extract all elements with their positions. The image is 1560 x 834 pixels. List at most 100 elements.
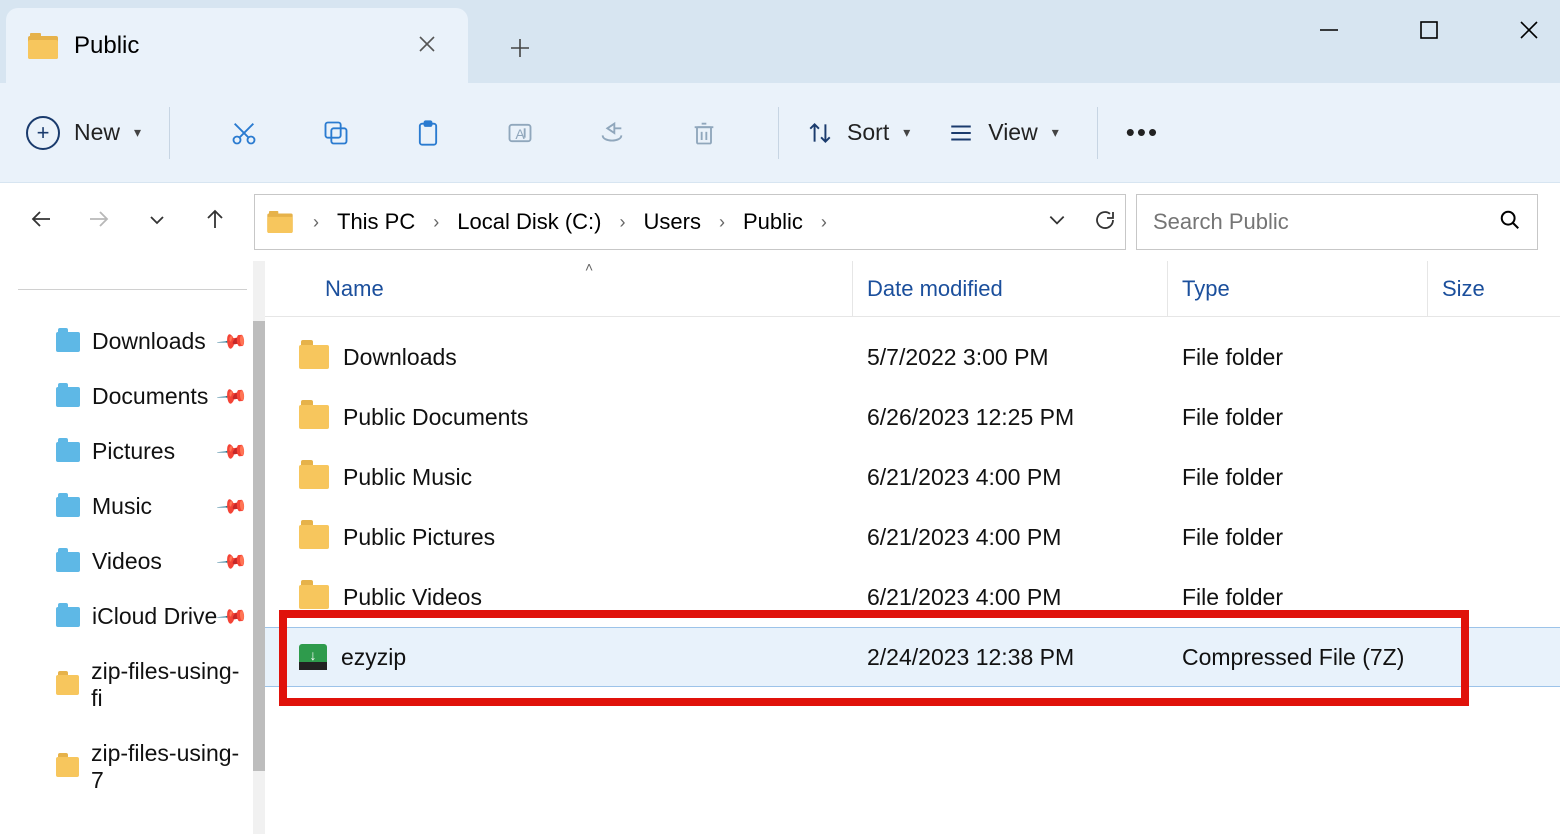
folder-icon: [56, 497, 80, 517]
sidebar-item-downloads[interactable]: Downloads 📌: [0, 314, 265, 369]
recent-locations-button[interactable]: [137, 208, 177, 236]
column-header-type[interactable]: Type: [1168, 261, 1428, 316]
view-label: View: [988, 119, 1037, 146]
sort-icon: [807, 120, 833, 146]
rename-button[interactable]: A: [500, 119, 540, 147]
window-controls: [1308, 0, 1550, 60]
file-row[interactable]: Public Pictures 6/21/2023 4:00 PM File f…: [265, 507, 1560, 567]
folder-icon: [56, 552, 80, 572]
file-row[interactable]: Downloads 5/7/2022 3:00 PM File folder: [265, 327, 1560, 387]
chevron-right-icon[interactable]: ›: [813, 212, 835, 233]
folder-icon: [28, 33, 58, 59]
new-label: New: [74, 119, 120, 146]
sidebar-item-music[interactable]: Music 📌: [0, 479, 265, 534]
file-name: Public Pictures: [343, 524, 495, 551]
chevron-right-icon[interactable]: ›: [425, 212, 447, 233]
pin-icon: 📌: [215, 489, 250, 524]
forward-button[interactable]: [79, 207, 119, 238]
pin-icon: 📌: [215, 544, 250, 579]
file-date: 6/26/2023 12:25 PM: [853, 404, 1168, 431]
more-button[interactable]: •••: [1126, 117, 1159, 148]
sidebar-item-documents[interactable]: Documents 📌: [0, 369, 265, 424]
pin-icon: 📌: [215, 379, 250, 414]
pin-icon: 📌: [215, 324, 250, 359]
column-header-date[interactable]: Date modified: [853, 261, 1168, 316]
file-list-pane: ˄ Name Date modified Type Size Downloads…: [265, 261, 1560, 834]
scrollbar-thumb[interactable]: [253, 321, 265, 771]
breadcrumb-local-disk[interactable]: Local Disk (C:): [453, 209, 605, 235]
sidebar-item-label: Pictures: [92, 438, 175, 465]
plus-circle-icon: +: [26, 116, 60, 150]
chevron-down-icon: ▾: [134, 124, 141, 141]
paste-button[interactable]: [408, 119, 448, 147]
up-button[interactable]: [195, 207, 235, 238]
folder-icon: [299, 525, 329, 549]
share-button[interactable]: [592, 119, 632, 147]
copy-button[interactable]: [316, 119, 356, 147]
separator: [778, 107, 779, 159]
nav-arrows: [12, 207, 244, 238]
folder-icon: [56, 332, 80, 352]
folder-icon: [299, 585, 329, 609]
sidebar-item-zip2[interactable]: zip-files-using-7: [0, 726, 265, 808]
address-dropdown-button[interactable]: [1047, 210, 1067, 235]
search-icon[interactable]: [1499, 209, 1521, 236]
column-header-name[interactable]: Name: [265, 261, 853, 316]
separator: [1097, 107, 1098, 159]
file-name: ezyzip: [341, 644, 406, 671]
folder-icon: [267, 211, 293, 233]
file-row[interactable]: Public Videos 6/21/2023 4:00 PM File fol…: [265, 567, 1560, 627]
delete-button[interactable]: [684, 119, 724, 147]
breadcrumb-users[interactable]: Users: [640, 209, 705, 235]
file-date: 6/21/2023 4:00 PM: [853, 524, 1168, 551]
back-button[interactable]: [21, 207, 61, 238]
close-window-button[interactable]: [1508, 9, 1550, 51]
file-name: Public Music: [343, 464, 472, 491]
navigation-row: › This PC › Local Disk (C:) › Users › Pu…: [0, 183, 1560, 261]
search-input[interactable]: [1153, 209, 1453, 235]
maximize-button[interactable]: [1408, 9, 1450, 51]
column-headers: Name Date modified Type Size: [265, 261, 1560, 317]
tab-public[interactable]: Public: [6, 8, 468, 83]
new-tab-button[interactable]: [498, 30, 542, 69]
view-button[interactable]: View ▾: [948, 119, 1058, 146]
chevron-right-icon[interactable]: ›: [711, 212, 733, 233]
minimize-button[interactable]: [1308, 9, 1350, 51]
sidebar-item-zip1[interactable]: zip-files-using-fi: [0, 644, 265, 726]
cut-button[interactable]: [224, 119, 264, 147]
file-row-selected[interactable]: ↓ezyzip 2/24/2023 12:38 PM Compressed Fi…: [265, 627, 1560, 687]
column-header-size[interactable]: Size: [1428, 261, 1560, 316]
folder-icon: [56, 442, 80, 462]
folder-icon: [56, 757, 79, 777]
folder-icon: [299, 405, 329, 429]
folder-icon: [299, 465, 329, 489]
sidebar-item-label: Videos: [92, 548, 162, 575]
close-tab-button[interactable]: [408, 29, 446, 63]
search-box[interactable]: [1136, 194, 1538, 250]
sidebar-item-label: zip-files-using-7: [91, 740, 245, 794]
new-button[interactable]: + New ▾: [26, 116, 141, 150]
chevron-down-icon: ▾: [903, 124, 910, 141]
sidebar-item-videos[interactable]: Videos 📌: [0, 534, 265, 589]
sidebar-item-label: Documents: [92, 383, 208, 410]
file-type: File folder: [1168, 584, 1428, 611]
file-date: 6/21/2023 4:00 PM: [853, 584, 1168, 611]
sort-button[interactable]: Sort ▾: [807, 119, 910, 146]
breadcrumb-this-pc[interactable]: This PC: [333, 209, 419, 235]
folder-icon: [56, 675, 79, 695]
refresh-button[interactable]: [1093, 208, 1117, 237]
separator: [18, 289, 247, 290]
address-bar[interactable]: › This PC › Local Disk (C:) › Users › Pu…: [254, 194, 1126, 250]
sidebar-item-icloud[interactable]: iCloud Drive 📌: [0, 589, 265, 644]
chevron-right-icon[interactable]: ›: [305, 212, 327, 233]
file-row[interactable]: Public Documents 6/26/2023 12:25 PM File…: [265, 387, 1560, 447]
file-name: Public Documents: [343, 404, 528, 431]
file-date: 6/21/2023 4:00 PM: [853, 464, 1168, 491]
breadcrumb-public[interactable]: Public: [739, 209, 807, 235]
file-row[interactable]: Public Music 6/21/2023 4:00 PM File fold…: [265, 447, 1560, 507]
folder-icon: [56, 387, 80, 407]
sidebar-item-pictures[interactable]: Pictures 📌: [0, 424, 265, 479]
sidebar: Downloads 📌 Documents 📌 Pictures 📌 Music…: [0, 261, 265, 834]
file-type: File folder: [1168, 404, 1428, 431]
chevron-right-icon[interactable]: ›: [612, 212, 634, 233]
